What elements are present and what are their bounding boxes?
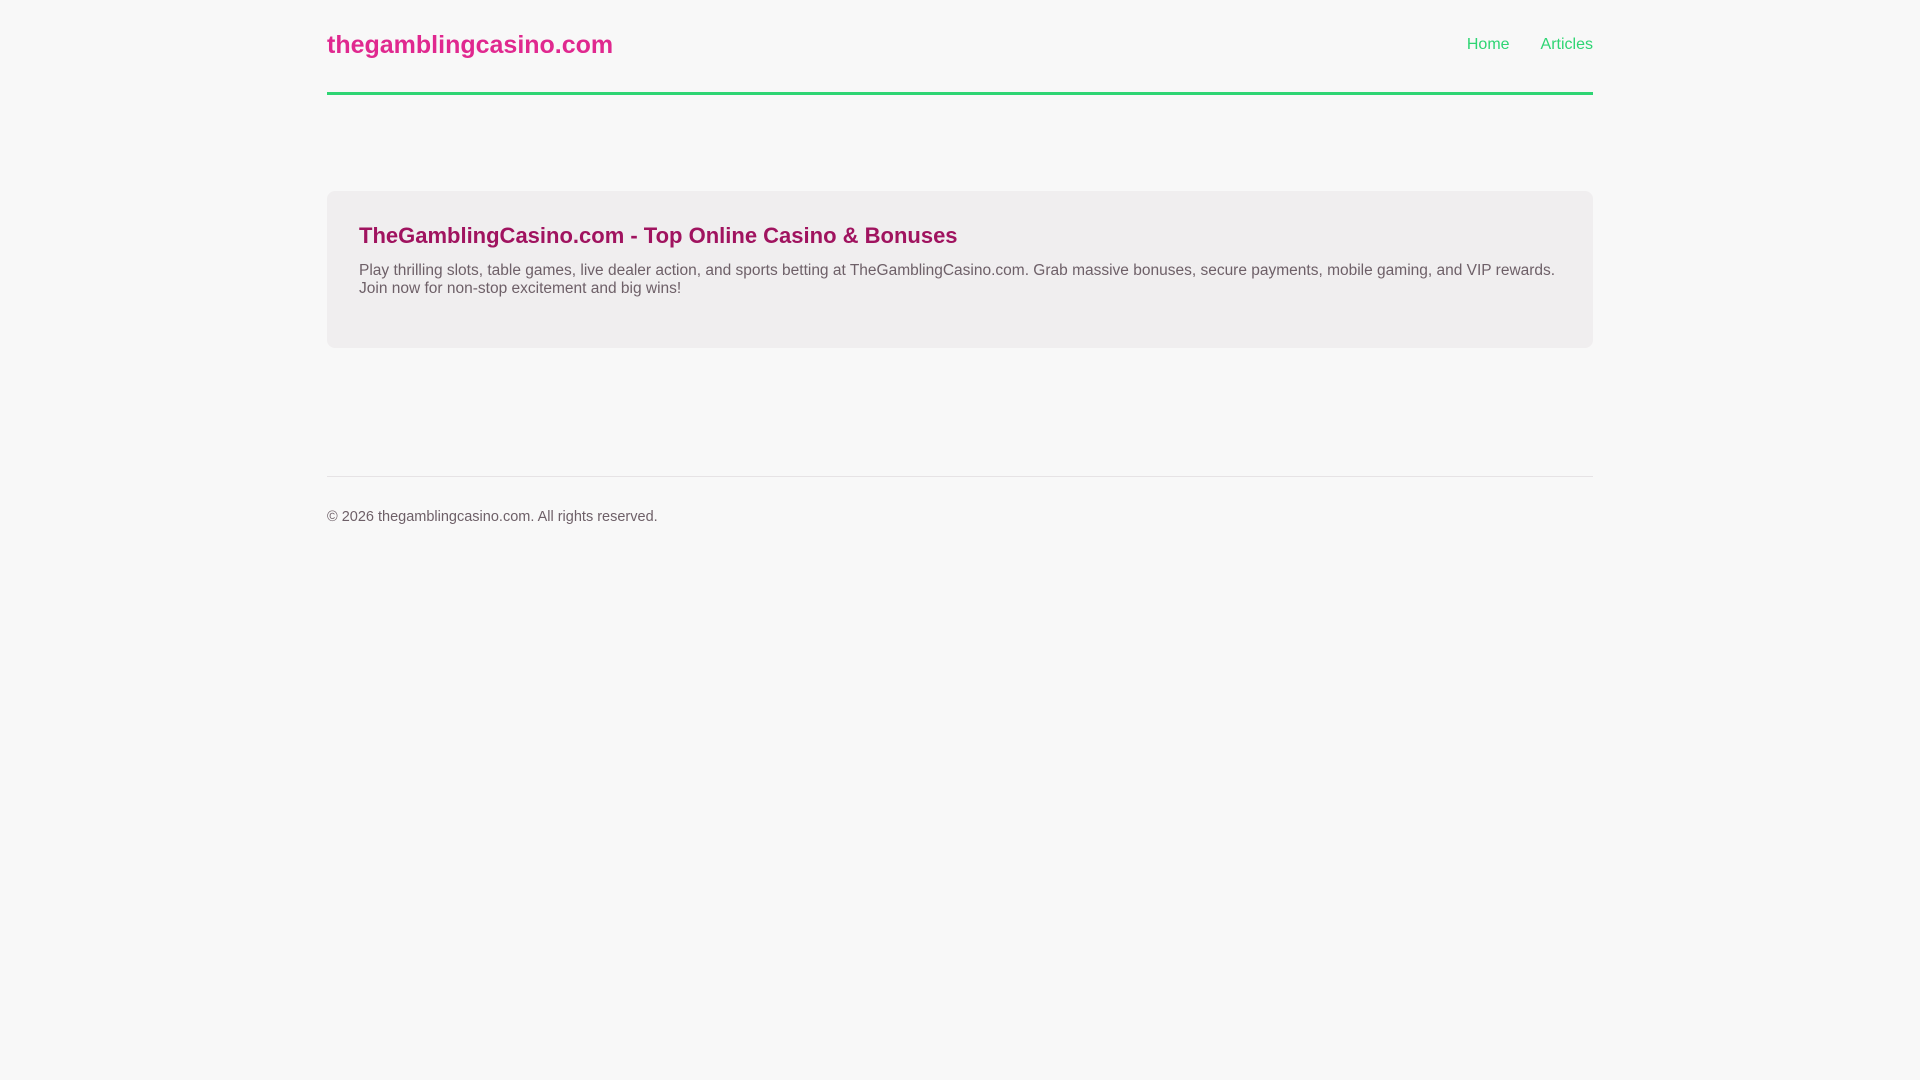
hero-title: TheGamblingCasino.com - Top Online Casin… — [359, 223, 958, 248]
hero-description: Play thrilling slots, table games, live … — [359, 262, 1556, 297]
nav-articles-link[interactable]: Articles — [1541, 36, 1593, 54]
site-logo-link[interactable]: thegamblingcasino.com — [327, 31, 613, 60]
main-nav: Home Articles — [1467, 36, 1593, 54]
footer-divider — [327, 476, 1593, 477]
copyright-text: © 2026 thegamblingcasino.com. All rights… — [327, 509, 658, 525]
hero-card: TheGamblingCasino.com - Top Online Casin… — [327, 191, 1593, 348]
site-header: thegamblingcasino.com Home Articles — [327, 0, 1593, 95]
nav-home-link[interactable]: Home — [1467, 36, 1510, 54]
site-footer: © 2026 thegamblingcasino.com. All rights… — [327, 509, 1593, 525]
page-container: thegamblingcasino.com Home Articles TheG… — [327, 0, 1593, 525]
